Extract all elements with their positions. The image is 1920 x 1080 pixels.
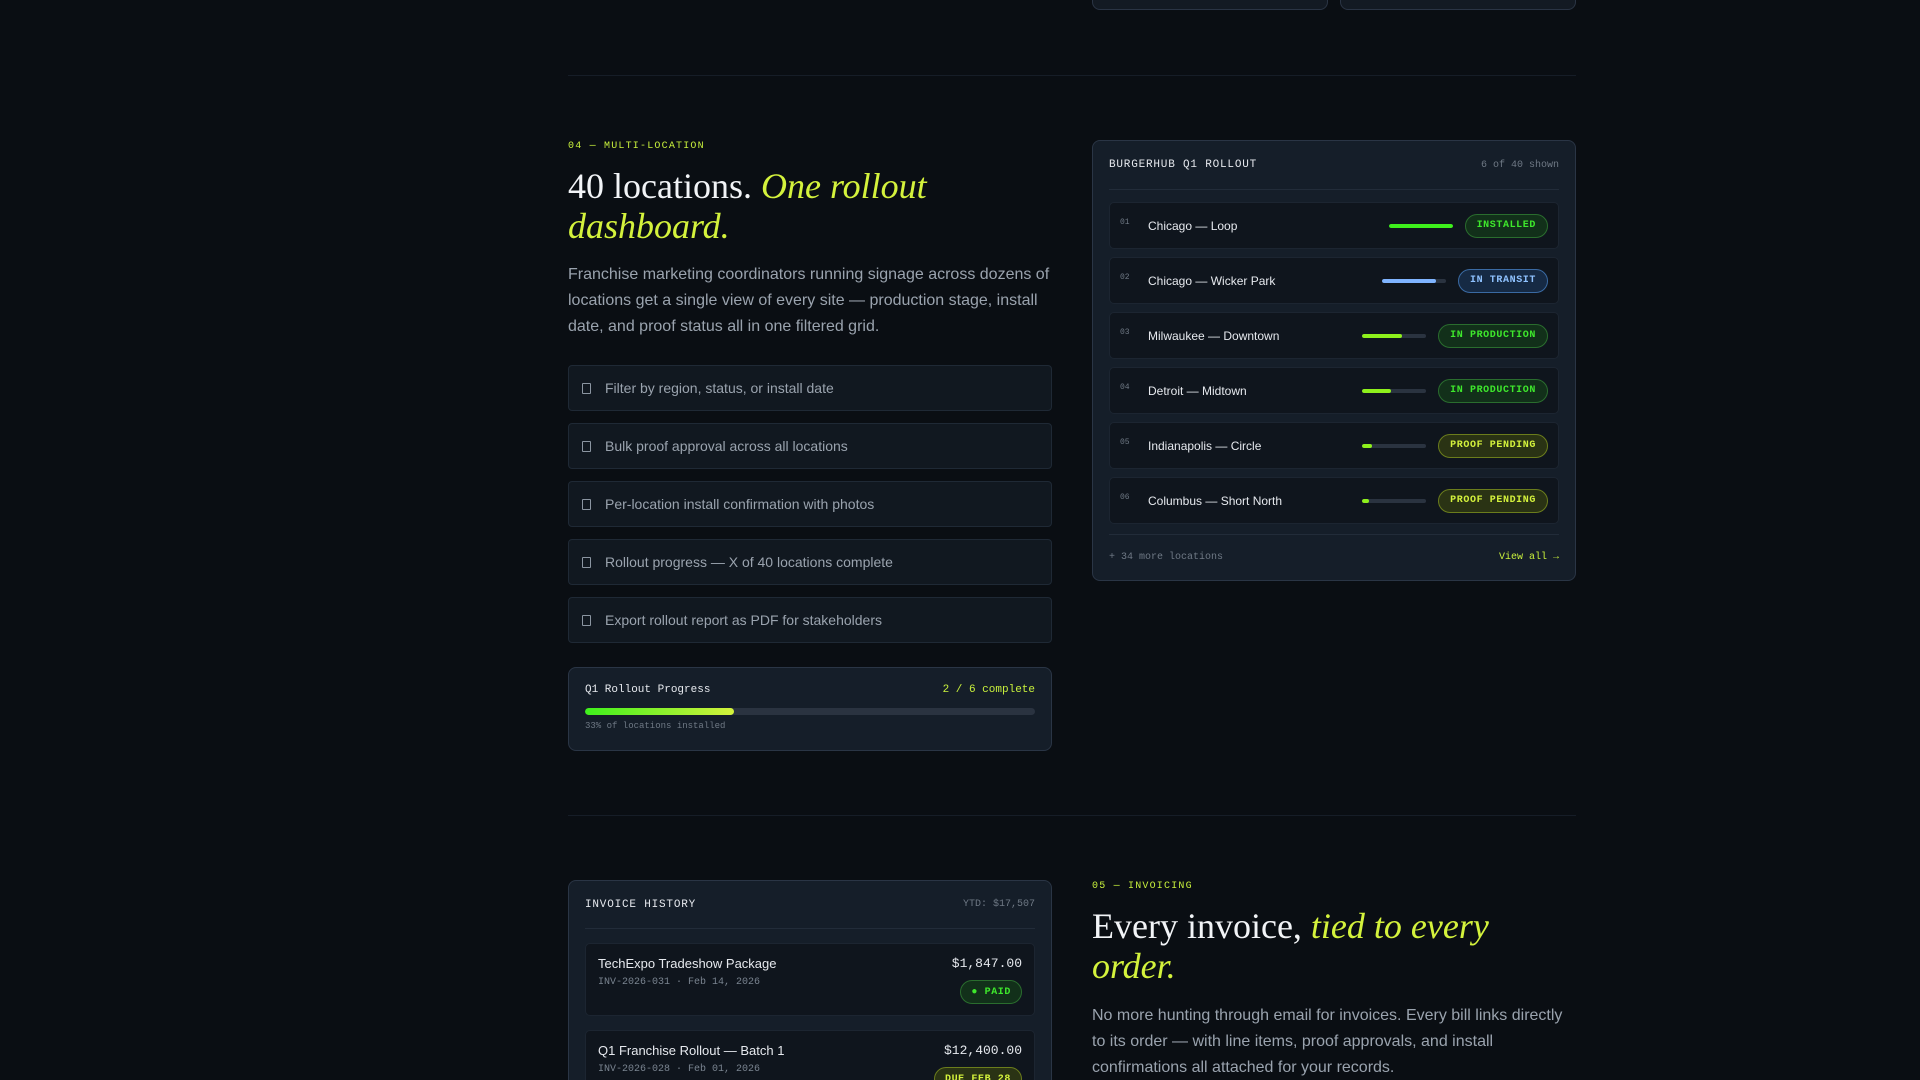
location-progress-fill <box>1362 333 1402 338</box>
headline-plain: 40 locations. <box>568 166 752 206</box>
location-progress-bar <box>1381 278 1446 283</box>
location-name: Chicago — Loop <box>1148 218 1238 233</box>
invoice-status-badge: DUE FEB 28 <box>933 1067 1022 1080</box>
location-progress-bar <box>1362 388 1427 393</box>
checkbox-icon <box>582 614 591 626</box>
view-all-link[interactable]: View all → <box>1499 552 1559 563</box>
invoice-status-badge: ● PAID <box>960 980 1022 1004</box>
location-progress-fill <box>1388 223 1453 228</box>
section-eyebrow: 04 — MULTI-LOCATION <box>568 141 705 152</box>
invoice-history-card: INVOICE HISTORY YTD: $17,507 TechExpo Tr… <box>568 880 1052 1080</box>
location-name: Indianapolis — Circle <box>1148 438 1262 453</box>
invoice-ytd: YTD: $17,507 <box>962 899 1035 910</box>
location-progress-fill <box>1362 443 1372 448</box>
section-lead: No more hunting through email for invoic… <box>1092 1007 1563 1076</box>
invoice-amount: $1,847.00 <box>951 956 1022 971</box>
location-progress-bar <box>1388 223 1453 228</box>
status-badge: IN PRODUCTION <box>1438 323 1548 348</box>
rollout-shown-count: 6 of 40 shown <box>1480 159 1559 171</box>
feature-label: Export rollout report as PDF for stakeho… <box>605 612 883 628</box>
location-progress-fill <box>1362 388 1391 393</box>
location-list: 01 Chicago — Loop INSTALLED 02 Chicago —… <box>1109 190 1559 524</box>
section-headline: Every invoice, tied to every order. <box>1092 906 1562 986</box>
location-number: 02 <box>1120 273 1130 282</box>
location-row[interactable]: 05 Indianapolis — Circle PROOF PENDING <box>1109 422 1559 469</box>
rollout-progress-card: Q1 Rollout Progress 2 / 6 complete 33% o… <box>568 667 1052 751</box>
section-eyebrow: 05 — INVOICING <box>1092 881 1193 892</box>
invoice-row[interactable]: Q1 Franchise Rollout — Batch 1 INV-2026-… <box>585 1030 1035 1080</box>
location-row[interactable]: 06 Columbus — Short North PROOF PENDING <box>1109 477 1559 524</box>
location-name: Detroit — Midtown <box>1148 383 1247 398</box>
checkbox-icon <box>582 556 591 568</box>
feature-label: Filter by region, status, or install dat… <box>605 380 834 396</box>
progress-fill <box>585 708 734 715</box>
location-number: 01 <box>1120 218 1130 227</box>
section-headline: 40 locations. One rollout dashboard. <box>568 166 1028 246</box>
status-badge: PROOF PENDING <box>1438 488 1548 513</box>
location-progress-bar <box>1362 333 1427 338</box>
location-number: 05 <box>1120 438 1130 447</box>
checkbox-icon <box>582 382 591 394</box>
feature-list: Filter by region, status, or install dat… <box>568 365 1052 655</box>
location-progress-fill <box>1381 278 1437 283</box>
section-lead: Franchise marketing coordinators running… <box>568 266 1050 335</box>
location-number: 04 <box>1120 383 1130 392</box>
rollout-title: BURGERHUB Q1 ROLLOUT <box>1109 159 1258 171</box>
location-progress-bar <box>1362 443 1427 448</box>
feature-label: Rollout progress — X of 40 locations com… <box>605 554 893 570</box>
invoice-meta: INV-2026-031 · Feb 14, 2026 <box>598 977 761 988</box>
feature-item: Per-location install confirmation with p… <box>568 481 1052 527</box>
progress-track <box>585 708 1035 715</box>
feature-item: Bulk proof approval across all locations <box>568 423 1052 469</box>
feature-item: Rollout progress — X of 40 locations com… <box>568 539 1052 585</box>
location-number: 06 <box>1120 493 1130 502</box>
status-badge: INSTALLED <box>1464 213 1548 238</box>
status-badge: IN PRODUCTION <box>1438 378 1548 403</box>
rollout-dashboard-card: BURGERHUB Q1 ROLLOUT 6 of 40 shown 01 Ch… <box>1092 140 1576 581</box>
location-row[interactable]: 02 Chicago — Wicker Park IN TRANSIT <box>1109 257 1559 304</box>
feature-label: Per-location install confirmation with p… <box>605 496 875 512</box>
previous-section-card-left <box>1092 0 1328 10</box>
feature-label: Bulk proof approval across all locations <box>605 438 848 454</box>
section-divider <box>568 75 1576 76</box>
status-badge: IN TRANSIT <box>1457 268 1548 293</box>
progress-count: 2 / 6 complete <box>942 684 1035 696</box>
invoice-amount: $12,400.00 <box>943 1043 1022 1058</box>
invoice-title: INVOICE HISTORY <box>585 898 697 911</box>
checkbox-icon <box>582 440 591 452</box>
feature-item: Filter by region, status, or install dat… <box>568 365 1052 411</box>
location-name: Chicago — Wicker Park <box>1148 273 1276 288</box>
location-name: Milwaukee — Downtown <box>1148 328 1280 343</box>
status-badge: PROOF PENDING <box>1438 433 1548 458</box>
headline-plain: Every invoice, <box>1092 906 1302 946</box>
feature-item: Export rollout report as PDF for stakeho… <box>568 597 1052 643</box>
progress-title: Q1 Rollout Progress <box>585 684 711 696</box>
location-row[interactable]: 03 Milwaukee — Downtown IN PRODUCTION <box>1109 312 1559 359</box>
location-row[interactable]: 01 Chicago — Loop INSTALLED <box>1109 202 1559 249</box>
section-divider <box>568 815 1576 816</box>
previous-section-card-right <box>1340 0 1576 10</box>
location-number: 03 <box>1120 328 1130 337</box>
location-progress-bar <box>1362 498 1427 503</box>
location-progress-fill <box>1362 498 1369 503</box>
invoice-list: TechExpo Tradeshow Package INV-2026-031 … <box>585 929 1035 1080</box>
progress-note: 33% of locations installed <box>585 721 726 731</box>
invoice-row[interactable]: TechExpo Tradeshow Package INV-2026-031 … <box>585 943 1035 1016</box>
checkbox-icon <box>582 498 591 510</box>
location-row[interactable]: 04 Detroit — Midtown IN PRODUCTION <box>1109 367 1559 414</box>
more-locations-text: + 34 more locations <box>1109 552 1224 563</box>
location-name: Columbus — Short North <box>1148 493 1283 508</box>
